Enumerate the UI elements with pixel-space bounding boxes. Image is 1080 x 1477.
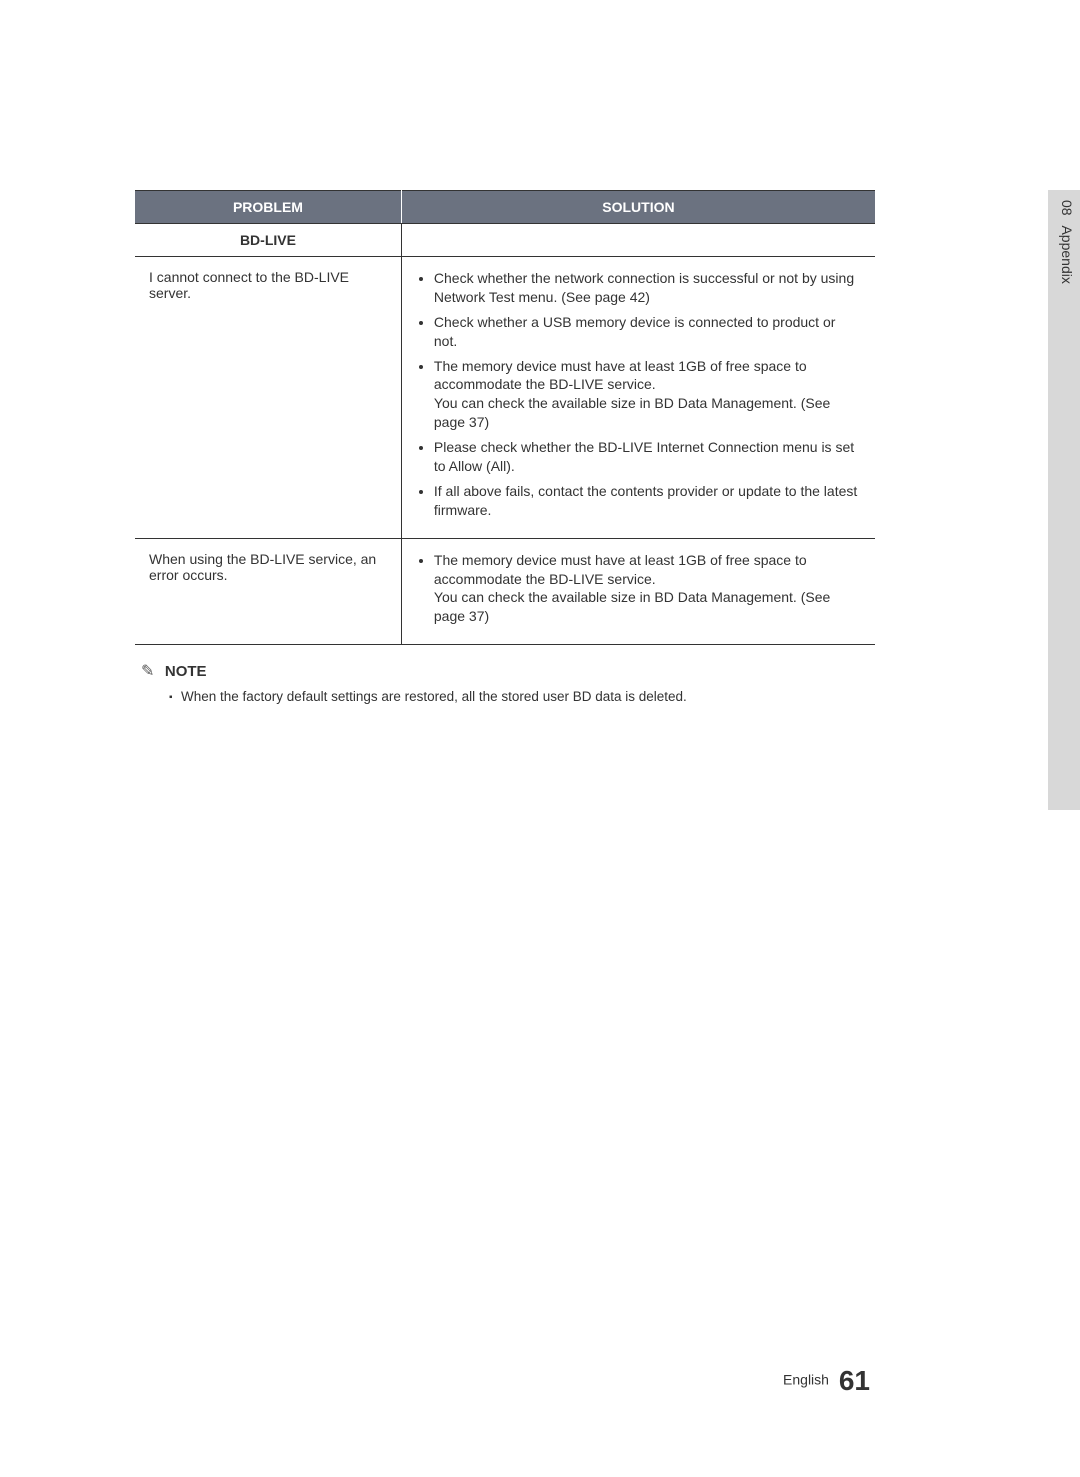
footer-page: 61	[839, 1365, 870, 1396]
page-content: PROBLEM SOLUTION BD-LIVE I cannot connec…	[135, 190, 875, 704]
troubleshoot-table: PROBLEM SOLUTION BD-LIVE I cannot connec…	[135, 190, 875, 645]
solution-cell-0: Check whether the network connection is …	[401, 257, 875, 539]
solution-item: Check whether the network connection is …	[434, 269, 861, 307]
note-section: ✎ NOTE When the factory default settings…	[135, 661, 875, 704]
solution-item: Please check whether the BD-LIVE Interne…	[434, 438, 861, 476]
header-problem: PROBLEM	[135, 191, 401, 224]
solution-item: The memory device must have at least 1GB…	[434, 551, 861, 627]
note-title: NOTE	[165, 663, 207, 680]
solution-item: Check whether a USB memory device is con…	[434, 313, 861, 351]
note-icon: ✎	[141, 661, 154, 681]
subhead-empty	[401, 224, 875, 257]
page-footer: English 61	[783, 1365, 870, 1397]
footer-lang: English	[783, 1372, 829, 1388]
section-number: 08	[1059, 200, 1075, 216]
section-name: Appendix	[1059, 225, 1075, 283]
solution-item: The memory device must have at least 1GB…	[434, 357, 861, 433]
note-text: When the factory default settings are re…	[141, 689, 875, 704]
solution-item: If all above fails, contact the contents…	[434, 482, 861, 520]
side-label: 08 Appendix	[1059, 200, 1075, 284]
problem-cell-1: When using the BD-LIVE service, an error…	[135, 538, 401, 645]
problem-cell-0: I cannot connect to the BD-LIVE server.	[135, 257, 401, 539]
solution-cell-1: The memory device must have at least 1GB…	[401, 538, 875, 645]
header-solution: SOLUTION	[401, 191, 875, 224]
subhead-bdlive: BD-LIVE	[135, 224, 401, 257]
